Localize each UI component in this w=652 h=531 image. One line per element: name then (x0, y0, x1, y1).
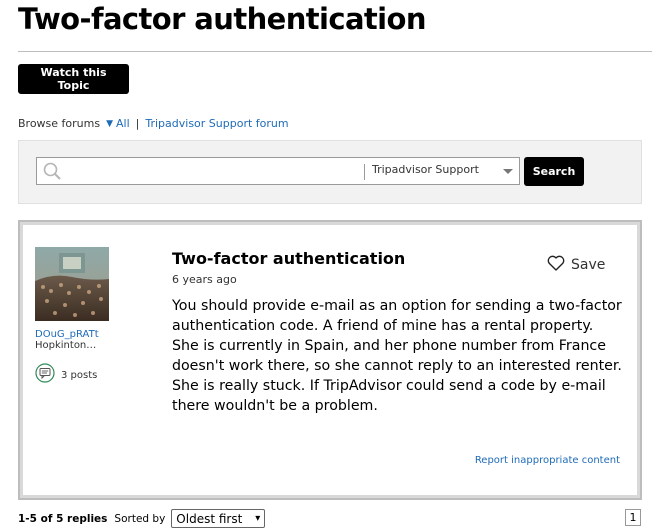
replies-count: 1-5 of 5 replies (18, 512, 108, 525)
post-content: DOuG_pRATt Hopkinton… 3 posts Two-factor… (23, 225, 637, 495)
sort-order-value: Oldest first (176, 511, 243, 526)
search-button[interactable]: Search (524, 157, 584, 186)
posts-count: 3 posts (61, 369, 98, 381)
search-icon (43, 162, 61, 184)
caret-down-icon[interactable]: ▼ (106, 119, 113, 129)
post-title: Two-factor authentication (172, 249, 406, 268)
breadcrumb-separator: | (135, 117, 140, 130)
replies-footer: 1-5 of 5 replies Sorted by Oldest first … (18, 509, 266, 528)
heart-icon (547, 255, 565, 275)
post-card: DOuG_pRATt Hopkinton… 3 posts Two-factor… (18, 220, 642, 500)
search-bar: Tripadvisor Support Search (18, 140, 642, 204)
search-divider (364, 164, 365, 180)
dropdown-arrow-icon[interactable] (503, 169, 513, 174)
pagination-page[interactable]: 1 (625, 509, 641, 526)
breadcrumb: Browse forums ▼ All | Tripadvisor Suppor… (18, 117, 289, 130)
post-body: You should provide e-mail as an option f… (172, 298, 622, 414)
sorted-by-label: Sorted by (114, 512, 166, 525)
watch-topic-button[interactable]: Watch this Topic (18, 64, 129, 94)
author-post-count: 3 posts (35, 363, 97, 387)
title-divider (18, 51, 652, 52)
save-button[interactable]: Save (547, 255, 605, 275)
report-link[interactable]: Report inappropriate content (475, 455, 620, 466)
forum-scope-select[interactable]: Tripadvisor Support (372, 163, 479, 176)
page-title: Two-factor authentication (18, 2, 426, 36)
author-username[interactable]: DOuG_pRATt (35, 329, 99, 340)
breadcrumb-label: Browse forums (18, 117, 101, 130)
post-timestamp: 6 years ago (172, 273, 237, 286)
avatar[interactable] (35, 247, 109, 321)
author-location: Hopkinton… (35, 340, 97, 351)
speech-bubble-icon (35, 363, 55, 387)
breadcrumb-all-link[interactable]: All (116, 117, 130, 130)
breadcrumb-forum-link[interactable]: Tripadvisor Support forum (145, 117, 288, 130)
sort-order-select[interactable]: Oldest first ▾ (171, 509, 266, 528)
save-label: Save (571, 257, 606, 273)
search-input[interactable]: Tripadvisor Support (36, 157, 520, 185)
chevron-down-icon: ▾ (255, 513, 261, 524)
